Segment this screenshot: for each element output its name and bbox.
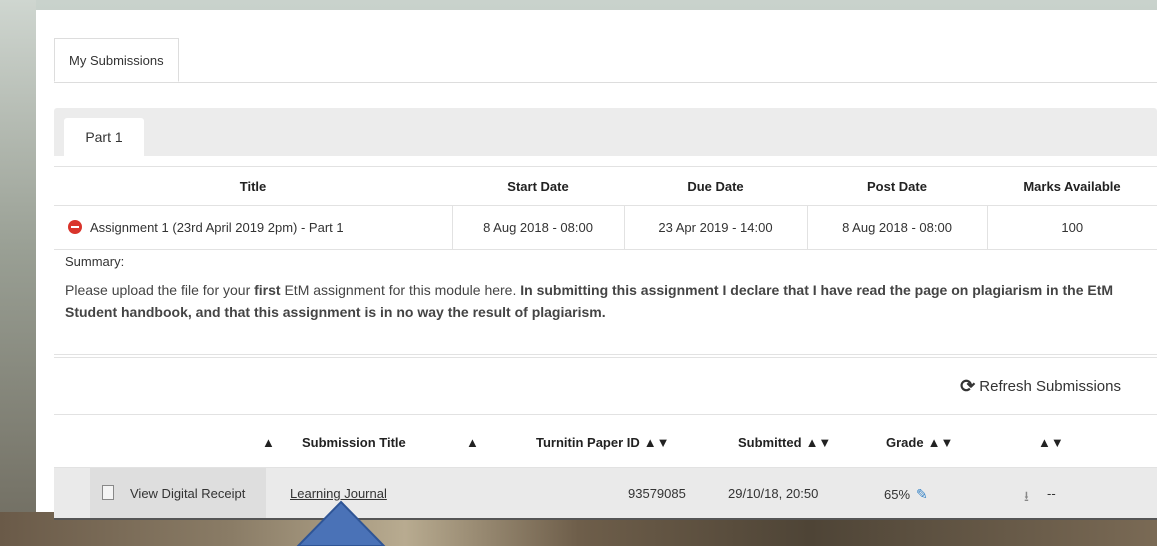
receipt-label: View Digital Receipt bbox=[130, 486, 246, 501]
part-tab-bar: Part 1 bbox=[54, 108, 1157, 156]
sort-up-icon[interactable]: ▲ bbox=[262, 435, 275, 450]
summary-text-1: Please upload the file for your bbox=[65, 282, 255, 298]
header-submitted[interactable]: Submitted ▲▼ bbox=[738, 435, 831, 450]
assignment-marks: 100 bbox=[986, 205, 1157, 250]
sort-icon: ▲▼ bbox=[643, 435, 670, 450]
summary-label: Summary: bbox=[65, 254, 125, 269]
header-marks-available: Marks Available bbox=[987, 166, 1157, 206]
submission-title-link[interactable]: Learning Journal bbox=[290, 486, 387, 501]
header-grade[interactable]: Grade ▲▼ bbox=[886, 435, 953, 450]
view-digital-receipt-button[interactable]: View Digital Receipt bbox=[90, 468, 266, 518]
summary-text: Please upload the file for your first Et… bbox=[65, 279, 1146, 323]
assignment-post-date: 8 Aug 2018 - 08:00 bbox=[806, 205, 987, 250]
assignment-due-date: 23 Apr 2019 - 14:00 bbox=[623, 205, 807, 250]
paper-id-label: Turnitin Paper ID bbox=[536, 435, 640, 450]
header-title: Title bbox=[54, 166, 452, 206]
refresh-row: ⟳ Refresh Submissions bbox=[54, 357, 1157, 415]
submitted-date: 29/10/18, 20:50 bbox=[728, 486, 819, 501]
refresh-label: Refresh Submissions bbox=[979, 378, 1121, 395]
submission-row: View Digital Receipt Learning Journal 93… bbox=[54, 468, 1157, 520]
summary-section: Summary: Please upload the file for your… bbox=[54, 244, 1157, 355]
collapse-minus-icon[interactable] bbox=[68, 220, 82, 234]
background-left bbox=[0, 0, 36, 546]
grade-label: Grade bbox=[886, 435, 924, 450]
grade-value: 65% bbox=[884, 487, 911, 502]
refresh-icon: ⟳ bbox=[960, 376, 976, 396]
sort-icon: ▲▼ bbox=[927, 435, 954, 450]
tab-part-1[interactable]: Part 1 bbox=[64, 118, 144, 156]
summary-text-2: EtM assignment for this module here. bbox=[280, 282, 521, 298]
tab-my-submissions[interactable]: My Submissions bbox=[54, 38, 179, 82]
header-turnitin-paper-id[interactable]: Turnitin Paper ID ▲▼ bbox=[536, 435, 670, 450]
submissions-panel: My Submissions Part 1 Title Start Date D… bbox=[36, 10, 1157, 520]
assignment-table: Title Start Date Due Date Post Date Mark… bbox=[54, 166, 1157, 250]
download-icon[interactable]: ⭳ bbox=[1024, 486, 1029, 510]
header-submission-title[interactable]: Submission Title bbox=[302, 435, 406, 450]
refresh-submissions-button[interactable]: ⟳ Refresh Submissions bbox=[960, 376, 1121, 397]
summary-bold-1: first bbox=[254, 282, 281, 298]
pointer-arrow bbox=[296, 500, 386, 546]
submitted-label: Submitted bbox=[738, 435, 802, 450]
sort-icon[interactable]: ▲▼ bbox=[1038, 435, 1064, 450]
header-due-date: Due Date bbox=[624, 166, 807, 206]
header-post-date: Post Date bbox=[807, 166, 987, 206]
paper-id: 93579085 bbox=[628, 486, 686, 501]
submissions-header: ▲ Submission Title ▲ Turnitin Paper ID ▲▼… bbox=[54, 419, 1157, 468]
row-dash: -- bbox=[1047, 486, 1056, 501]
document-icon bbox=[102, 485, 114, 500]
assignment-title: Assignment 1 (23rd April 2019 2pm) - Par… bbox=[90, 220, 344, 235]
sort-icon: ▲▼ bbox=[805, 435, 832, 450]
pencil-icon[interactable]: ✎ bbox=[916, 486, 928, 503]
grade-cell[interactable]: 65% ✎ bbox=[884, 486, 928, 503]
sort-up-icon-2[interactable]: ▲ bbox=[466, 435, 479, 450]
header-start-date: Start Date bbox=[452, 166, 624, 206]
assignment-start-date: 8 Aug 2018 - 08:00 bbox=[451, 205, 624, 250]
assignment-row: Assignment 1 (23rd April 2019 2pm) - Par… bbox=[54, 205, 1157, 250]
assignment-title-cell[interactable]: Assignment 1 (23rd April 2019 2pm) - Par… bbox=[54, 205, 452, 250]
top-tab-bar: My Submissions bbox=[54, 38, 1157, 83]
